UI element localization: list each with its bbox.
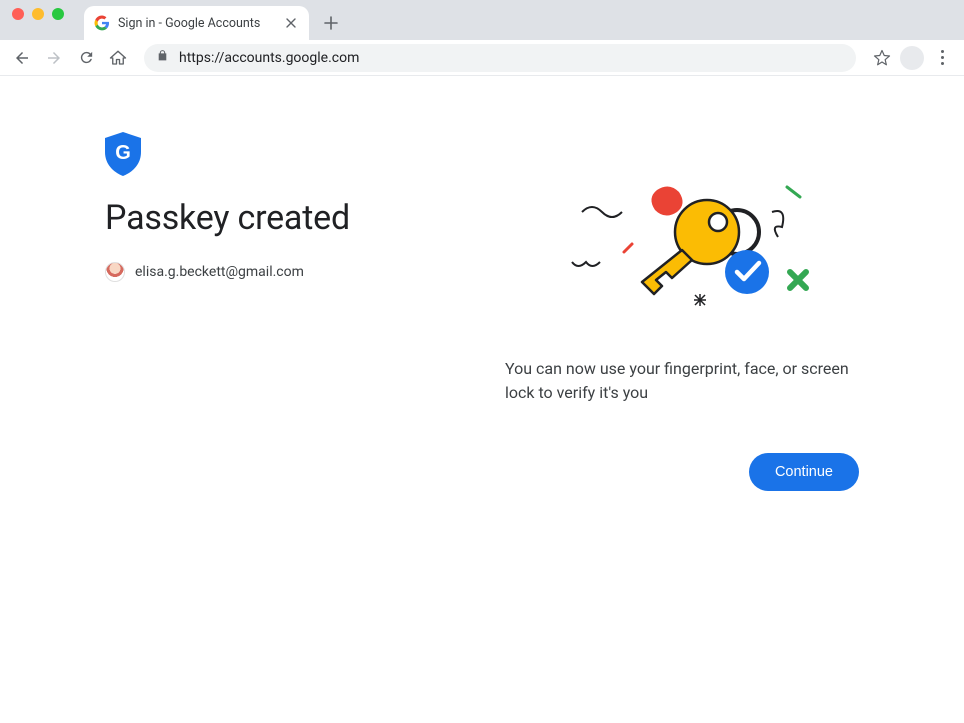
url-text: https://accounts.google.com [179,50,359,66]
address-bar-container: https://accounts.google.com [136,44,856,72]
continue-button[interactable]: Continue [749,453,859,491]
address-bar[interactable]: https://accounts.google.com [144,44,856,72]
left-column: G Passkey created elisa.g.beckett@gmail.… [105,132,465,491]
account-chip[interactable]: elisa.g.beckett@gmail.com [105,262,465,282]
page-heading: Passkey created [105,198,465,238]
tab-title: Sign in - Google Accounts [118,16,275,31]
profile-avatar-button[interactable] [900,46,924,70]
browser-menu-button[interactable] [928,44,956,72]
google-shield-icon: G [105,132,141,176]
window-zoom-button[interactable] [52,8,64,20]
window-controls [12,0,84,40]
browser-tab[interactable]: Sign in - Google Accounts [84,6,309,40]
body-text: You can now use your fingerprint, face, … [505,357,859,405]
browser-toolbar: https://accounts.google.com [0,40,964,76]
tab-close-button[interactable] [283,15,299,31]
kebab-menu-icon [933,50,952,65]
reload-button[interactable] [72,44,100,72]
page-content: G Passkey created elisa.g.beckett@gmail.… [0,76,964,491]
new-tab-button[interactable] [317,9,345,37]
account-avatar-icon [105,262,125,282]
button-row: Continue [505,453,859,491]
bookmark-button[interactable] [868,44,896,72]
window-minimize-button[interactable] [32,8,44,20]
google-favicon-icon [94,15,110,31]
svg-text:G: G [115,142,131,164]
window-close-button[interactable] [12,8,24,20]
passkey-illustration [505,172,859,322]
back-button[interactable] [8,44,36,72]
tab-strip: Sign in - Google Accounts [0,0,964,40]
right-column: You can now use your fingerprint, face, … [505,132,859,491]
forward-button[interactable] [40,44,68,72]
account-email: elisa.g.beckett@gmail.com [135,264,304,280]
lock-icon [156,49,169,66]
toolbar-right [860,44,956,72]
home-button[interactable] [104,44,132,72]
